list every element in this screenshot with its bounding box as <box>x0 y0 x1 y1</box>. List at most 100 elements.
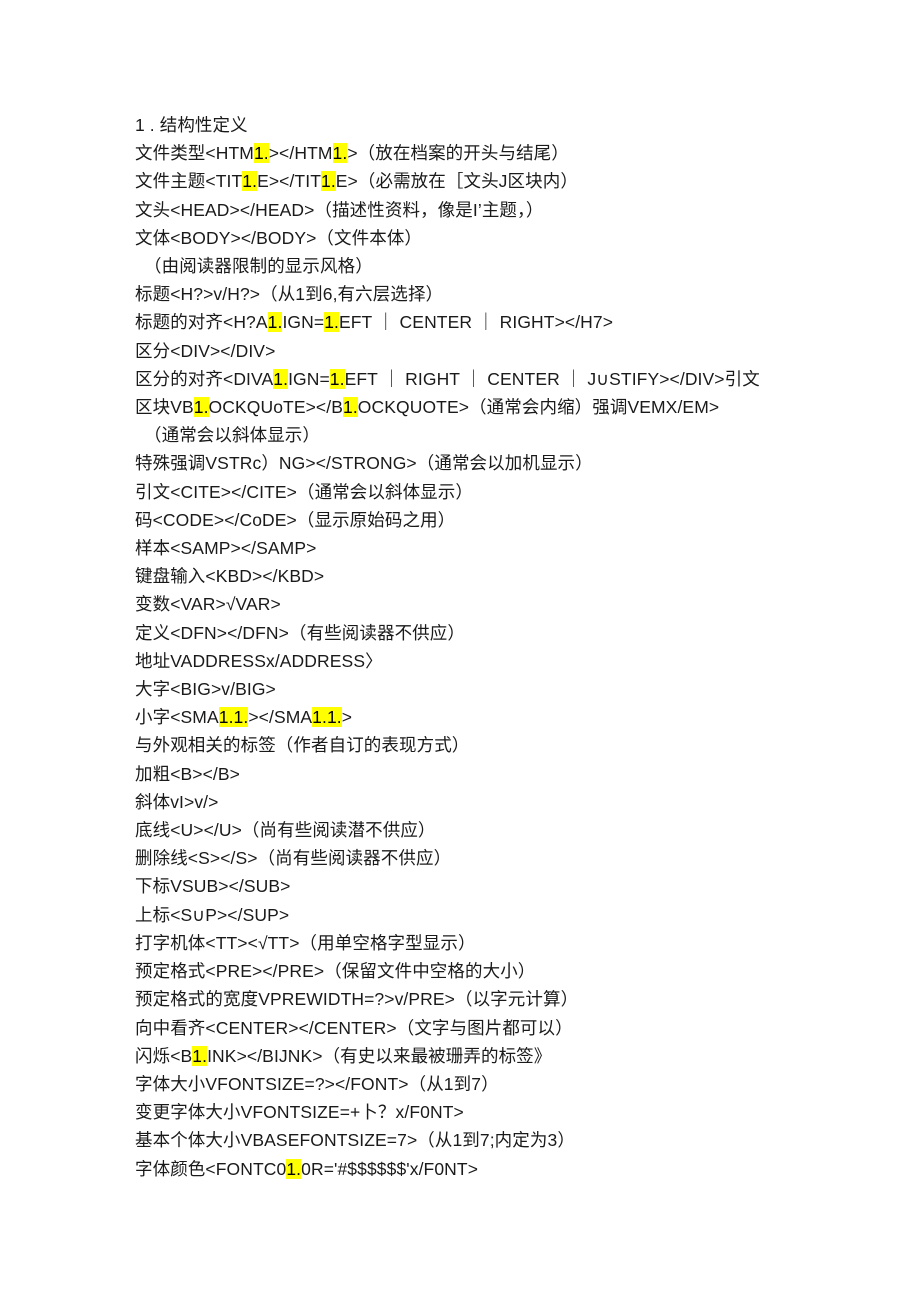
text-run: 向中看齐<CENTER></CENTER>（文字与图片都可以） <box>135 1017 573 1038</box>
text-run: 0R='#$$$$$$'x/F0NT> <box>301 1158 479 1179</box>
line-heading: 1 . 结构性定义 <box>135 111 835 139</box>
line-heading-tag: 标题<H?>v/H?>（从1到6,有六层选择） <box>135 280 835 308</box>
text-run: IGN= <box>288 368 330 389</box>
text-run: 区分<DIV></DIV> <box>135 340 276 361</box>
text-run: 特殊强调VSTRc）NG></STRONG>（通常会以加机显示） <box>135 453 593 474</box>
text-run: > <box>341 707 353 728</box>
highlighted-text: 1. <box>329 368 345 389</box>
text-run: OCKQUoTE></B <box>208 397 343 418</box>
line-heading-align: 标题的对齐<H?A1.IGN=1.EFT ｜ CENTER ｜ RIGHT></… <box>135 308 835 336</box>
line-dfn: 定义<DFN></DFN>（有些阅读器不供应） <box>135 619 835 647</box>
highlighted-text: 1.1. <box>312 707 342 728</box>
line-code: 码<CODE></CoDE>（显示原始码之用） <box>135 506 835 534</box>
text-run: 标题<H?>v/H?>（从1到6,有六层选择） <box>135 284 444 305</box>
line-div: 区分<DIV></DIV> <box>135 337 835 365</box>
text-run: INK></BIJNK>（有史以来最被珊弄的标签》 <box>207 1045 552 1066</box>
line-sup: 上标<S∪P></SUP> <box>135 901 835 929</box>
text-run: 字体颜色<FONTC0 <box>135 1158 287 1179</box>
text-run: 标题的对齐<H?A <box>135 312 268 333</box>
text-run: 字体大小VFONTSIZE=?></FONT>（从1到7） <box>135 1073 499 1094</box>
line-fontcolor: 字体颜色<FONTC01.0R='#$$$$$$'x/F0NT> <box>135 1155 835 1183</box>
line-strong: 特殊强调VSTRc）NG></STRONG>（通常会以加机显示） <box>135 449 835 477</box>
line-address: 地址VADDRESSx/ADDRESS〉 <box>135 647 835 675</box>
text-run: 闪烁<B <box>135 1045 193 1066</box>
line-blink: 闪烁<B1.INK></BIJNK>（有史以来最被珊弄的标签》 <box>135 1042 835 1070</box>
text-run: 文头<HEAD></HEAD>（描述性资料，像是I’主题，） <box>135 199 544 220</box>
text-run: 加粗<B></B> <box>135 763 240 784</box>
text-run: 码<CODE></CoDE>（显示原始码之用） <box>135 509 456 530</box>
text-run: （由阅读器限制的显示风格） <box>144 256 373 277</box>
text-run: >（放在档案的开头与结尾） <box>347 143 569 164</box>
line-cite: 引文<CITE></CITE>（通常会以斜体显示） <box>135 478 835 506</box>
text-run: 文件类型<HTM <box>135 143 254 164</box>
text-run: OCKQUOTE>（通常会内缩）强调VEMX/EM> <box>357 397 720 418</box>
line-basefont: 基本个体大小VBASEFONTSIZE=7>（从1到7;内定为3） <box>135 1126 835 1154</box>
text-run: E>（必需放在［文头J区块内） <box>335 171 578 192</box>
highlighted-text: 1. <box>343 397 358 418</box>
line-title: 文件主题<TIT1.E></TIT1.E>（必需放在［文头J区块内） <box>135 167 835 195</box>
text-run: 1 . 结构性定义 <box>135 115 248 135</box>
text-run: 大字<BIG>v/BIG> <box>135 679 276 700</box>
text-run: EFT ｜ RIGHT ｜ CENTER ｜ J∪STIFY></DIV>引文 <box>344 368 760 389</box>
text-run: 下标VSUB></SUB> <box>135 876 291 897</box>
highlighted-text: 1. <box>242 171 258 192</box>
highlighted-text: 1. <box>320 171 336 192</box>
line-var: 变数<VAR>√VAR> <box>135 590 835 618</box>
document-text-body: 1 . 结构性定义 文件类型<HTM1.></HTM1.>（放在档案的开头与结尾）… <box>135 111 835 1183</box>
line-big: 大字<BIG>v/BIG> <box>135 675 835 703</box>
text-run: 变数<VAR>√VAR> <box>135 594 281 615</box>
text-run: 上标<S∪P></SUP> <box>135 904 290 925</box>
line-blockquote: 区块VB1.OCKQUoTE></B1.OCKQUOTE>（通常会内缩）强调VE… <box>135 393 835 421</box>
text-run: 斜体vI>v/> <box>135 791 219 812</box>
text-run: （通常会以斜体显示） <box>144 425 320 446</box>
text-run: EFT ｜ CENTER ｜ RIGHT></H7> <box>339 312 614 333</box>
text-run: 文体<BODY></BODY>（文件本体） <box>135 227 423 248</box>
highlighted-text: 1. <box>324 312 339 333</box>
text-run: ></SMA <box>248 707 313 728</box>
highlighted-text: 1. <box>193 397 209 418</box>
line-div-align: 区分的对齐<DIVA1.IGN=1.EFT ｜ RIGHT ｜ CENTER ｜… <box>135 365 835 393</box>
line-small: 小字<SMA1.1.></SMA1.1.> <box>135 703 835 731</box>
text-run: 与外观相关的标签（作者自订的表现方式） <box>135 735 470 756</box>
text-run: 打字机体<TT><√TT>（用单空格字型显示） <box>135 932 476 953</box>
line-italic-note: （通常会以斜体显示） <box>135 421 835 449</box>
text-run: 变更字体大小VFONTSIZE=+卜？x/F0NT> <box>135 1102 464 1123</box>
text-run: 引文<CITE></CITE>（通常会以斜体显示） <box>135 481 473 502</box>
line-samp: 样本<SAMP></SAMP> <box>135 534 835 562</box>
text-run: 地址VADDRESSx/ADDRESS〉 <box>135 650 383 671</box>
highlighted-text: 1. <box>192 1045 208 1066</box>
text-run: 小字<SMA <box>135 707 219 728</box>
line-fontsize-change: 变更字体大小VFONTSIZE=+卜？x/F0NT> <box>135 1098 835 1126</box>
text-run: IGN= <box>282 312 325 333</box>
text-run: ></HTM <box>268 143 333 164</box>
highlighted-text: 1. <box>286 1158 302 1179</box>
line-reader-style: （由阅读器限制的显示风格） <box>135 252 835 280</box>
text-run: 定义<DFN></DFN>（有些阅读器不供应） <box>135 622 465 643</box>
document-page: 1 . 结构性定义 文件类型<HTM1.></HTM1.>（放在档案的开头与结尾）… <box>0 0 920 1301</box>
text-run: 预定格式<PRE></PRE>（保留文件中空格的大小） <box>135 961 536 982</box>
line-doctype: 文件类型<HTM1.></HTM1.>（放在档案的开头与结尾） <box>135 139 835 167</box>
highlighted-text: 1. <box>253 143 269 164</box>
highlighted-text: 1. <box>332 143 348 164</box>
text-run: 键盘输入<KBD></KBD> <box>135 566 325 587</box>
text-run: 区块VB <box>135 397 194 418</box>
line-body: 文体<BODY></BODY>（文件本体） <box>135 224 835 252</box>
text-run: E></TIT <box>257 171 321 192</box>
line-bold: 加粗<B></B> <box>135 760 835 788</box>
text-run: 文件主题<TIT <box>135 171 243 192</box>
highlighted-text: 1.1. <box>218 707 249 728</box>
text-run: 基本个体大小VBASEFONTSIZE=7>（从1到7;内定为3） <box>135 1130 575 1151</box>
text-run: 删除线<S></S>（尚有些阅读器不供应） <box>135 848 452 869</box>
text-run: 预定格式的宽度VPREWIDTH=?>v/PRE>（以字元计算） <box>135 989 579 1010</box>
line-pre-width: 预定格式的宽度VPREWIDTH=?>v/PRE>（以字元计算） <box>135 985 835 1013</box>
highlighted-text: 1. <box>267 312 283 333</box>
line-italic: 斜体vI>v/> <box>135 788 835 816</box>
line-sub: 下标VSUB></SUB> <box>135 872 835 900</box>
line-kbd: 键盘输入<KBD></KBD> <box>135 562 835 590</box>
line-tt: 打字机体<TT><√TT>（用单空格字型显示） <box>135 929 835 957</box>
text-run: 样本<SAMP></SAMP> <box>135 538 317 559</box>
text-run: 底线<U></U>（尚有些阅读潜不供应） <box>135 820 436 841</box>
line-strike: 删除线<S></S>（尚有些阅读器不供应） <box>135 844 835 872</box>
line-appearance-tags: 与外观相关的标签（作者自订的表现方式） <box>135 731 835 759</box>
line-underline: 底线<U></U>（尚有些阅读潜不供应） <box>135 816 835 844</box>
